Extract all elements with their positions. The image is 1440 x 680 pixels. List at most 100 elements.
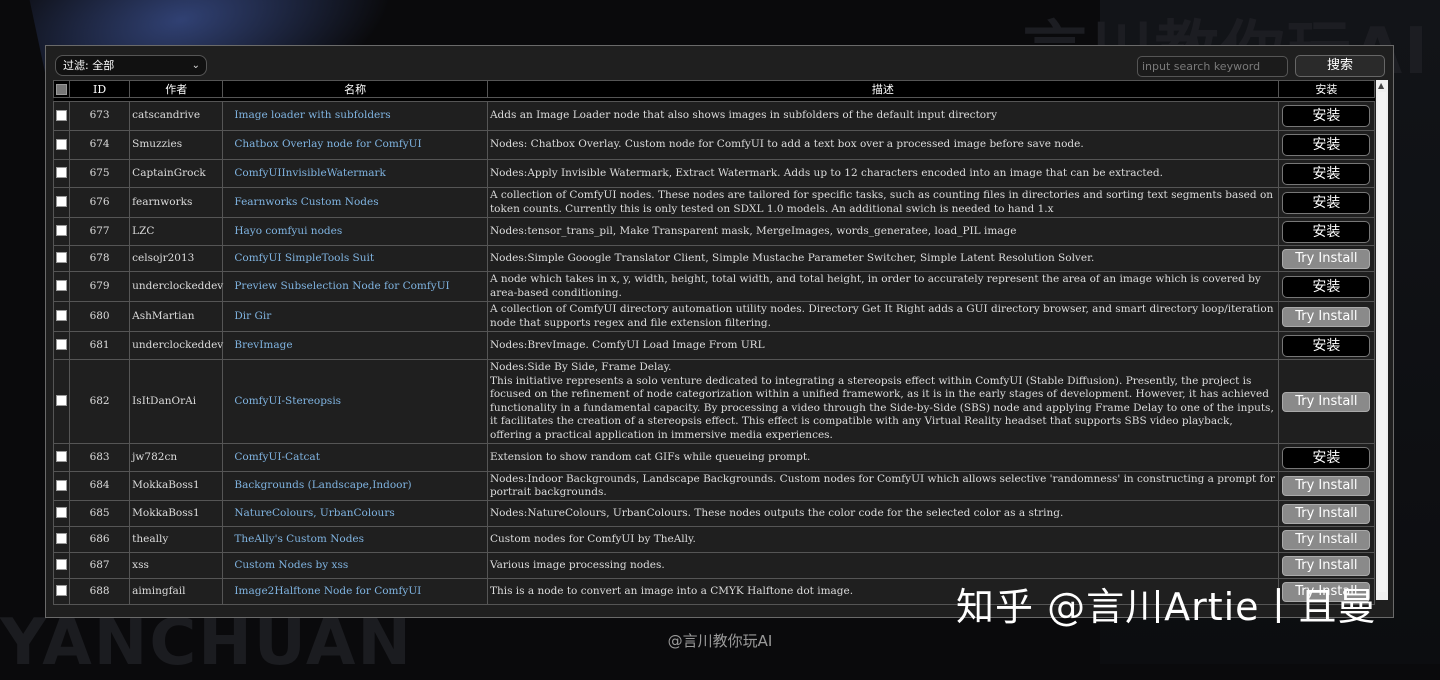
row-id: 682 [69,359,131,444]
row-select-cell[interactable] [53,471,71,501]
install-button[interactable]: 安装 [1282,220,1371,243]
row-name-link[interactable]: Fearnworks Custom Nodes [222,187,488,218]
scroll-up-icon[interactable]: ▲ [1378,81,1384,90]
row-checkbox[interactable] [56,533,68,545]
table-row: 686 theally TheAlly's Custom Nodes Custo… [53,526,1375,553]
row-name-link[interactable]: TheAlly's Custom Nodes [222,526,488,553]
row-name-link[interactable]: ComfyUI-Stereopsis [222,359,488,444]
row-select-cell[interactable] [53,271,71,302]
row-select-cell[interactable] [53,552,71,579]
row-id: 680 [69,301,131,332]
row-select-cell[interactable] [53,217,71,246]
table-row: 679 underclockeddev Preview Subselection… [53,271,1375,302]
install-button[interactable]: 安装 [1282,162,1371,185]
row-select-cell[interactable] [53,130,71,160]
try-install-button[interactable]: Try Install [1282,476,1371,496]
row-select-cell[interactable] [53,245,71,272]
row-author: MokkaBoss1 [129,471,224,501]
row-checkbox[interactable] [56,109,68,121]
row-id: 687 [69,552,131,579]
row-name-link[interactable]: Chatbox Overlay node for ComfyUI [222,130,488,160]
row-name-link[interactable]: NatureColours, UrbanColours [222,500,488,527]
row-author: LZC [129,217,224,246]
try-install-button[interactable]: Try Install [1282,529,1371,550]
row-id: 686 [69,526,131,553]
row-name-link[interactable]: ComfyUI SimpleTools Suit [222,245,488,272]
row-description: Adds an Image Loader node that also show… [486,101,1279,131]
row-description: A node which takes in x, y, width, heigh… [486,271,1279,302]
row-checkbox[interactable] [56,252,68,264]
install-button[interactable]: 安装 [1282,334,1371,357]
table-header-row: ID 作者 名称 描述 安装 [53,80,1375,98]
scrollbar-thumb[interactable] [1378,92,1386,592]
try-install-button[interactable]: Try Install [1282,306,1371,327]
row-name-link[interactable]: ComfyUIInvisibleWatermark [222,159,488,188]
install-button[interactable]: 安装 [1282,134,1371,156]
row-name-link[interactable]: Custom Nodes by xss [222,552,488,579]
table-row: 677 LZC Hayo comfyui nodes Nodes:tensor_… [53,217,1375,246]
try-install-button[interactable]: Try Install [1282,555,1371,576]
row-id: 679 [69,271,131,302]
table-row: 683 jw782cn ComfyUI-Catcat Extension to … [53,443,1375,472]
select-all-cell[interactable] [53,80,71,98]
row-author: theally [129,526,224,553]
row-select-cell[interactable] [53,526,71,553]
row-checkbox[interactable] [56,395,68,407]
row-name-link[interactable]: Dir Gir [222,301,488,332]
row-action-cell: 安装 [1277,187,1375,218]
row-name-link[interactable]: Preview Subselection Node for ComfyUI [222,271,488,302]
try-install-button[interactable]: Try Install [1282,503,1371,524]
row-name-link[interactable]: ComfyUI-Catcat [222,443,488,472]
row-name-link[interactable]: BrevImage [222,331,488,360]
row-checkbox[interactable] [56,167,68,179]
row-checkbox[interactable] [56,339,68,351]
row-select-cell[interactable] [53,101,71,131]
row-select-cell[interactable] [53,359,71,444]
row-description: Nodes:Indoor Backgrounds, Landscape Back… [486,471,1279,501]
select-all-checkbox[interactable] [56,84,68,95]
row-description-text: Nodes:Indoor Backgrounds, Landscape Back… [489,472,1275,499]
row-select-cell[interactable] [53,500,71,527]
row-name-link[interactable]: Hayo comfyui nodes [222,217,488,246]
row-checkbox[interactable] [56,225,68,237]
install-button[interactable]: 安装 [1282,191,1371,214]
scrollbar[interactable]: ▲ [1376,80,1388,600]
row-select-cell[interactable] [53,159,71,188]
row-checkbox[interactable] [56,507,68,519]
row-name-link[interactable]: Image loader with subfolders [222,101,488,131]
row-checkbox[interactable] [56,479,68,491]
try-install-button[interactable]: Try Install [1282,391,1371,412]
row-description: Nodes:BrevImage. ComfyUI Load Image From… [486,331,1279,360]
row-select-cell[interactable] [53,301,71,332]
row-author: MokkaBoss1 [129,500,224,527]
row-description-text: Custom nodes for ComfyUI by TheAlly. [489,532,696,545]
row-id: 688 [69,578,131,605]
row-name-link[interactable]: Backgrounds (Landscape,Indoor) [222,471,488,501]
row-author: fearnworks [129,187,224,218]
row-author: underclockeddev [129,331,224,360]
chevron-down-icon: ⌄ [191,60,200,71]
row-checkbox[interactable] [56,138,68,150]
row-select-cell[interactable] [53,187,71,218]
row-select-cell[interactable] [53,331,71,360]
try-install-button[interactable]: Try Install [1282,248,1371,269]
install-button[interactable]: 安装 [1282,446,1371,469]
filter-select[interactable]: 过滤: 全部 ⌄ [55,55,207,76]
row-select-cell[interactable] [53,578,71,605]
search-input[interactable] [1137,56,1288,77]
toolbar: 过滤: 全部 ⌄ 搜索 [46,46,1393,82]
row-select-cell[interactable] [53,443,71,472]
table-row: 685 MokkaBoss1 NatureColours, UrbanColou… [53,500,1375,527]
row-checkbox[interactable] [56,585,68,597]
row-checkbox[interactable] [56,559,68,571]
row-action-cell: Try Install [1277,245,1375,272]
row-checkbox[interactable] [56,280,68,292]
row-checkbox[interactable] [56,451,68,463]
row-description-text: Various image processing nodes. [489,558,665,571]
row-checkbox[interactable] [56,310,68,322]
search-button[interactable]: 搜索 [1295,55,1385,77]
row-name-link[interactable]: Image2Halftone Node for ComfyUI [222,578,488,605]
row-checkbox[interactable] [56,196,68,208]
install-button[interactable]: 安装 [1282,275,1371,298]
install-button[interactable]: 安装 [1282,105,1371,127]
